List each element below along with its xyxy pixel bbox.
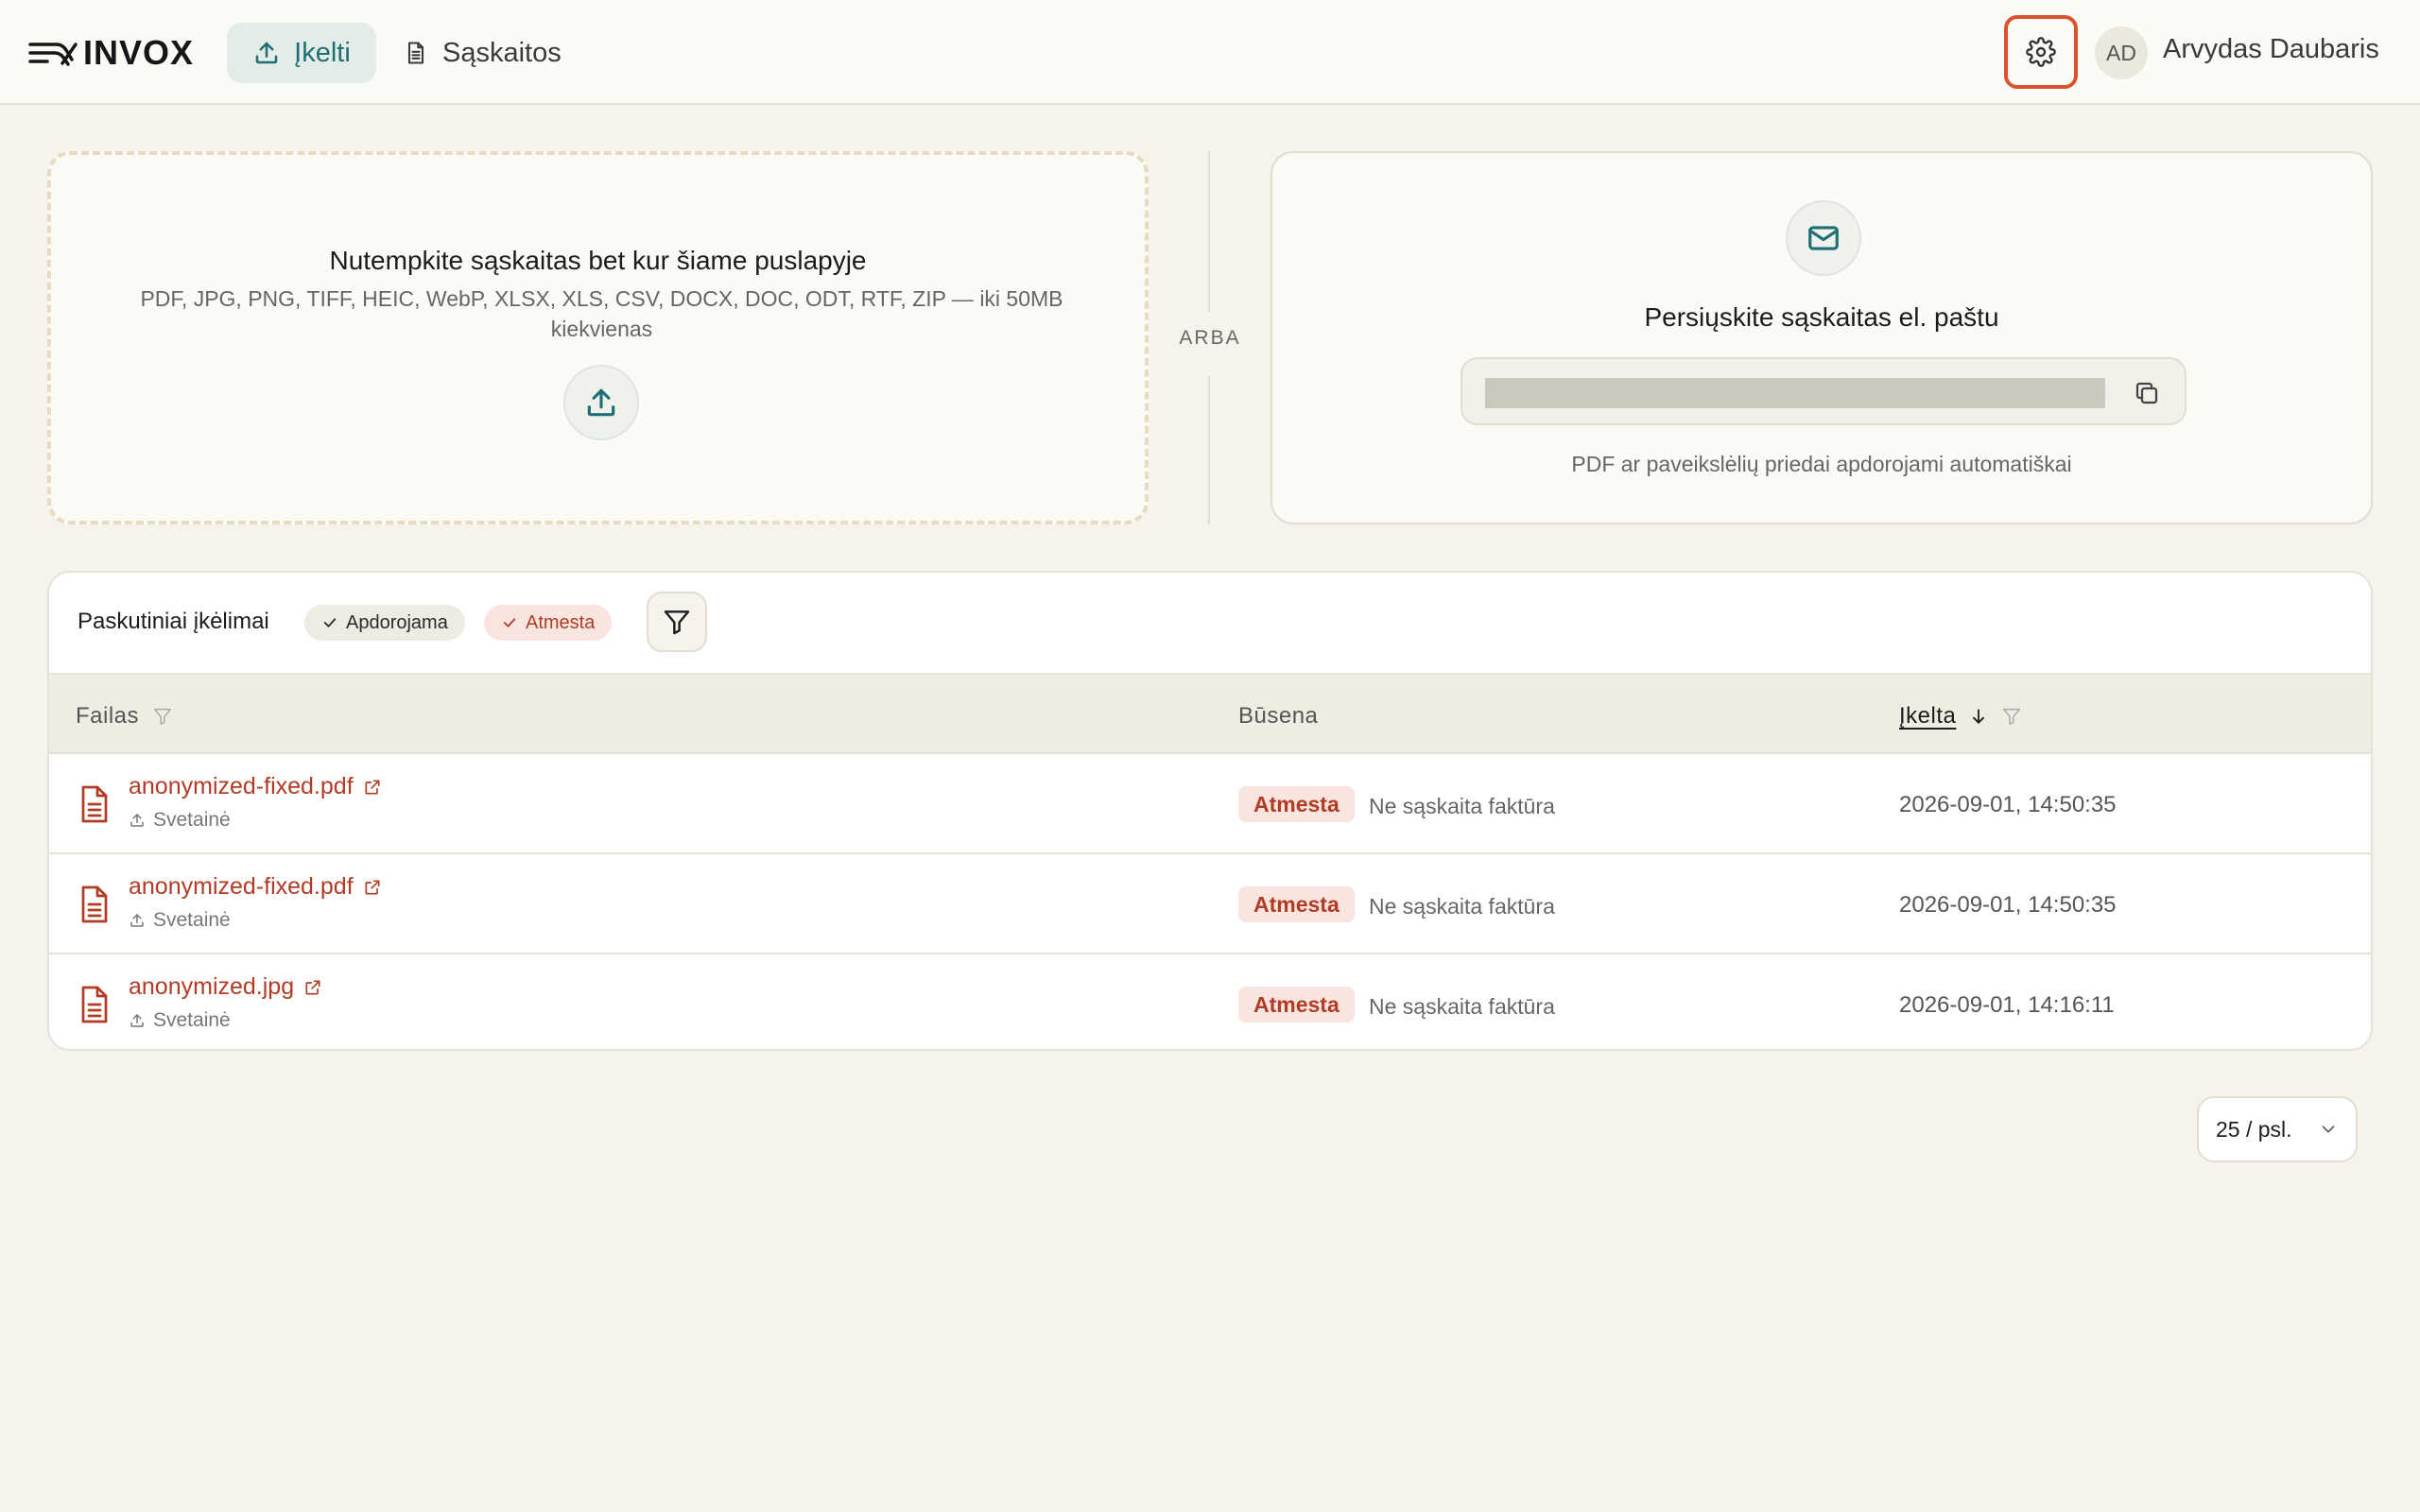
file-source-label: Svetainė [153, 909, 231, 931]
file-link[interactable]: anonymized.jpg [129, 973, 322, 1001]
check-icon [323, 618, 337, 627]
recent-uploads-header: Paskutiniai įkėlimai Apdorojama Atmesta [49, 573, 2371, 673]
dropzone-title: Nutempkite sąskaitas bet kur šiame pusla… [329, 246, 867, 275]
arrow-down-icon [1973, 709, 1985, 724]
status-badge: Atmesta [1238, 786, 1355, 822]
recent-uploads-title: Paskutiniai įkėlimai [78, 609, 269, 634]
dropzone-formats: PDF, JPG, PNG, TIFF, HEIC, WebP, XLSX, X… [140, 286, 1063, 341]
status-reason: Ne sąskaita faktūra [1369, 994, 1555, 1019]
column-status: Būsena [1238, 703, 1318, 730]
upload-dropzone[interactable]: Nutempkite sąskaitas bet kur šiame pusla… [47, 151, 1149, 524]
recent-uploads-card: Paskutiniai įkėlimai Apdorojama Atmesta … [47, 571, 2373, 1051]
file-icon [81, 785, 108, 823]
chevron-down-icon [2322, 1125, 2335, 1133]
external-link-icon [365, 780, 380, 794]
file-name: anonymized.jpg [129, 973, 295, 1000]
upload-date: 2026-09-01, 14:50:35 [1899, 892, 2117, 918]
email-address-field[interactable] [1461, 357, 2187, 425]
upload-small-icon [130, 1014, 144, 1027]
file-link[interactable]: anonymized-fixed.pdf [129, 873, 382, 901]
dropzone-upload-button[interactable] [563, 365, 639, 440]
user-name[interactable]: Arvydas Daubaris [2163, 34, 2379, 65]
page-size-value: 25 / psl. [2216, 1116, 2292, 1142]
file-name: anonymized-fixed.pdf [129, 773, 354, 799]
upload-small-icon [130, 914, 144, 927]
external-link-icon [365, 880, 380, 894]
divider-or: ARBA [1179, 327, 1241, 349]
status-reason: Ne sąskaita faktūra [1369, 794, 1555, 818]
nav-invoices-label: Sąskaitos [442, 37, 562, 68]
column-uploaded-label[interactable]: Įkelta [1899, 703, 1956, 730]
email-title: Persiųskite sąskaitas el. paštu [1644, 302, 1999, 332]
email-forward-card: Persiųskite sąskaitas el. paštu PDF ar p… [1270, 151, 2373, 524]
divider-line-bottom [1208, 376, 1210, 524]
upload-date: 2026-09-01, 14:16:11 [1899, 992, 2115, 1018]
table-row[interactable]: anonymized-fixed.pdf Svetainė Atmesta Ne… [49, 754, 2371, 854]
file-source: Svetainė [129, 909, 231, 932]
mail-icon [1808, 226, 1839, 250]
document-icon [407, 42, 424, 64]
column-file-label: Failas [76, 703, 140, 729]
file-link[interactable]: anonymized-fixed.pdf [129, 773, 382, 800]
file-source: Svetainė [129, 1009, 231, 1032]
column-filter-icon[interactable] [2001, 706, 2022, 727]
email-note: PDF ar paveikslėlių priedai apdorojami a… [1571, 452, 2072, 476]
status-badge: Atmesta [1238, 886, 1355, 922]
table-header: Failas Būsena Įkelta [49, 673, 2371, 754]
filter-button[interactable] [647, 592, 707, 652]
upload-small-icon [130, 814, 144, 827]
settings-button[interactable] [2004, 15, 2078, 89]
status-badge: Atmesta [1238, 987, 1355, 1022]
filter-chip-rejected-label: Atmesta [526, 611, 596, 633]
email-icon-wrap [1786, 200, 1861, 276]
upload-date: 2026-09-01, 14:50:35 [1899, 792, 2117, 817]
gear-icon [2026, 37, 2056, 67]
file-source: Svetainė [129, 809, 231, 832]
filter-chip-processing[interactable]: Apdorojama [304, 605, 465, 641]
filter-chip-rejected[interactable]: Atmesta [484, 605, 613, 641]
column-status-label: Būsena [1238, 703, 1319, 729]
file-name: anonymized-fixed.pdf [129, 873, 354, 900]
file-icon [81, 885, 108, 923]
file-source-label: Svetainė [153, 809, 231, 831]
column-uploaded[interactable]: Įkelta [1899, 703, 2022, 730]
filter-icon [664, 610, 690, 635]
column-file[interactable]: Failas [76, 703, 173, 730]
logo-waves-icon [28, 43, 78, 66]
upload-icon [587, 388, 615, 417]
external-link-icon [305, 980, 320, 994]
check-icon [503, 618, 516, 627]
logo-text: INVOX [83, 33, 195, 72]
table-row[interactable]: anonymized.jpg Svetainė Atmesta Ne sąska… [49, 954, 2371, 1049]
divider-line-top [1208, 151, 1210, 312]
file-source-label: Svetainė [153, 1009, 231, 1031]
column-filter-icon[interactable] [152, 706, 173, 727]
filter-chip-processing-label: Apdorojama [346, 611, 448, 633]
file-icon [81, 986, 108, 1023]
copy-icon [2135, 382, 2158, 404]
top-bar: INVOX Įkelti Sąskaitos AD Arvydas Daubar… [0, 0, 2420, 105]
email-address-redacted [1485, 378, 2105, 408]
table-row[interactable]: anonymized-fixed.pdf Svetainė Atmesta Ne… [49, 854, 2371, 954]
page-size-select[interactable]: 25 / psl. [2197, 1096, 2358, 1162]
nav-invoices-tab[interactable]: Sąskaitos [403, 23, 562, 83]
avatar[interactable]: AD [2095, 26, 2148, 79]
status-reason: Ne sąskaita faktūra [1369, 894, 1555, 919]
logo[interactable]: INVOX [28, 28, 194, 77]
nav-upload-tab[interactable]: Įkelti [227, 23, 376, 83]
upload-icon [255, 42, 278, 64]
nav-upload-label: Įkelti [294, 37, 351, 68]
copy-button[interactable] [2130, 376, 2164, 410]
